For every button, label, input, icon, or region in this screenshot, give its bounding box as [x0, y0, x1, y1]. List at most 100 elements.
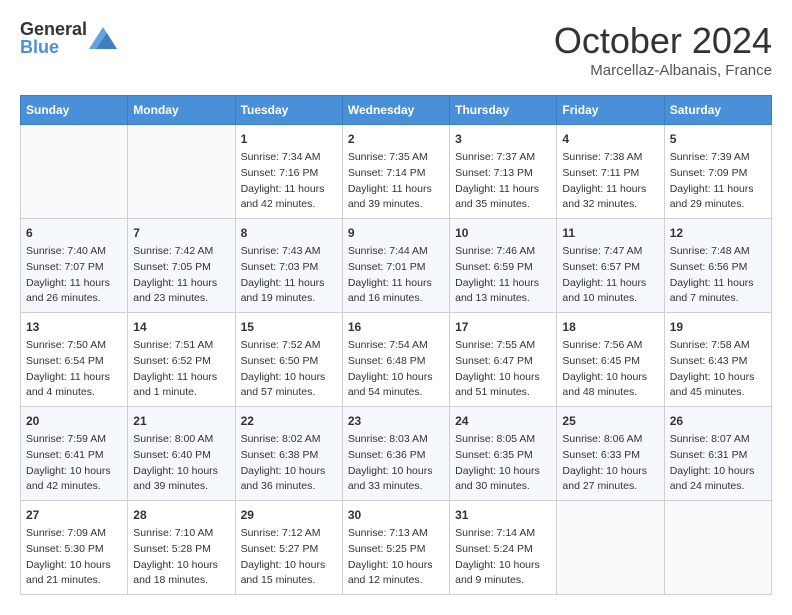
day-number: 10 — [455, 224, 551, 242]
day-number: 24 — [455, 412, 551, 430]
logo-icon — [89, 27, 117, 49]
cell-info: Sunrise: 7:55 AM Sunset: 6:47 PM Dayligh… — [455, 338, 551, 401]
calendar-cell: 31 Sunrise: 7:14 AM Sunset: 5:24 PM Dayli… — [450, 501, 557, 595]
logo-blue: Blue — [20, 38, 87, 56]
cell-info: Sunrise: 8:02 AM Sunset: 6:38 PM Dayligh… — [241, 432, 337, 495]
calendar-cell: 24 Sunrise: 8:05 AM Sunset: 6:35 PM Dayli… — [450, 407, 557, 501]
day-number: 9 — [348, 224, 444, 242]
calendar-cell: 25 Sunrise: 8:06 AM Sunset: 6:33 PM Dayli… — [557, 407, 664, 501]
day-number: 5 — [670, 130, 766, 148]
cell-info: Sunrise: 7:54 AM Sunset: 6:48 PM Dayligh… — [348, 338, 444, 401]
calendar-cell: 9 Sunrise: 7:44 AM Sunset: 7:01 PM Daylig… — [342, 219, 449, 313]
day-number: 28 — [133, 506, 229, 524]
day-number: 8 — [241, 224, 337, 242]
calendar-cell: 12Sunrise: 7:48 AM Sunset: 6:56 PM Dayli… — [664, 219, 771, 313]
cell-info: Sunrise: 8:05 AM Sunset: 6:35 PM Dayligh… — [455, 432, 551, 495]
day-header-saturday: Saturday — [664, 96, 771, 125]
cell-info: Sunrise: 7:40 AM Sunset: 7:07 PM Dayligh… — [26, 244, 122, 307]
calendar-cell: 10Sunrise: 7:46 AM Sunset: 6:59 PM Dayli… — [450, 219, 557, 313]
day-number: 21 — [133, 412, 229, 430]
cell-info: Sunrise: 8:06 AM Sunset: 6:33 PM Dayligh… — [562, 432, 658, 495]
cell-info: Sunrise: 7:52 AM Sunset: 6:50 PM Dayligh… — [241, 338, 337, 401]
calendar-cell: 21 Sunrise: 8:00 AM Sunset: 6:40 PM Dayli… — [128, 407, 235, 501]
cell-info: Sunrise: 7:56 AM Sunset: 6:45 PM Dayligh… — [562, 338, 658, 401]
calendar-cell: 15 Sunrise: 7:52 AM Sunset: 6:50 PM Dayli… — [235, 313, 342, 407]
day-number: 12 — [670, 224, 766, 242]
cell-info: Sunrise: 7:39 AM Sunset: 7:09 PM Dayligh… — [670, 150, 766, 213]
cell-info: Sunrise: 8:00 AM Sunset: 6:40 PM Dayligh… — [133, 432, 229, 495]
day-number: 31 — [455, 506, 551, 524]
page-header: General Blue October 2024 Marcellaz-Alba… — [20, 20, 772, 79]
cell-info: Sunrise: 7:44 AM Sunset: 7:01 PM Dayligh… — [348, 244, 444, 307]
day-number: 22 — [241, 412, 337, 430]
calendar-cell: 22 Sunrise: 8:02 AM Sunset: 6:38 PM Dayli… — [235, 407, 342, 501]
calendar-cell: 23 Sunrise: 8:03 AM Sunset: 6:36 PM Dayli… — [342, 407, 449, 501]
cell-info: Sunrise: 7:58 AM Sunset: 6:43 PM Dayligh… — [670, 338, 766, 401]
calendar-cell — [557, 501, 664, 595]
day-number: 16 — [348, 318, 444, 336]
day-number: 11 — [562, 224, 658, 242]
calendar-cell: 14 Sunrise: 7:51 AM Sunset: 6:52 PM Dayli… — [128, 313, 235, 407]
cell-info: Sunrise: 7:51 AM Sunset: 6:52 PM Dayligh… — [133, 338, 229, 401]
calendar-cell: 26 Sunrise: 8:07 AM Sunset: 6:31 PM Dayli… — [664, 407, 771, 501]
day-number: 25 — [562, 412, 658, 430]
cell-info: Sunrise: 7:42 AM Sunset: 7:05 PM Dayligh… — [133, 244, 229, 307]
calendar-cell: 20Sunrise: 7:59 AM Sunset: 6:41 PM Dayli… — [21, 407, 128, 501]
cell-info: Sunrise: 7:43 AM Sunset: 7:03 PM Dayligh… — [241, 244, 337, 307]
calendar-header-row: SundayMondayTuesdayWednesdayThursdayFrid… — [21, 96, 772, 125]
cell-info: Sunrise: 7:47 AM Sunset: 6:57 PM Dayligh… — [562, 244, 658, 307]
day-number: 26 — [670, 412, 766, 430]
calendar-cell — [664, 501, 771, 595]
calendar-cell: 18 Sunrise: 7:56 AM Sunset: 6:45 PM Dayli… — [557, 313, 664, 407]
day-number: 23 — [348, 412, 444, 430]
calendar-body: 1Sunrise: 7:34 AM Sunset: 7:16 PM Daylig… — [21, 125, 772, 595]
week-row-4: 20Sunrise: 7:59 AM Sunset: 6:41 PM Dayli… — [21, 407, 772, 501]
day-header-thursday: Thursday — [450, 96, 557, 125]
day-number: 18 — [562, 318, 658, 336]
calendar-cell: 17 Sunrise: 7:55 AM Sunset: 6:47 PM Dayli… — [450, 313, 557, 407]
week-row-5: 27Sunrise: 7:09 AM Sunset: 5:30 PM Dayli… — [21, 501, 772, 595]
subtitle: Marcellaz-Albanais, France — [554, 62, 772, 79]
calendar-cell: 28 Sunrise: 7:10 AM Sunset: 5:28 PM Dayli… — [128, 501, 235, 595]
calendar-cell: 3 Sunrise: 7:37 AM Sunset: 7:13 PM Daylig… — [450, 125, 557, 219]
day-number: 17 — [455, 318, 551, 336]
cell-info: Sunrise: 7:37 AM Sunset: 7:13 PM Dayligh… — [455, 150, 551, 213]
calendar-cell: 13 Sunrise: 7:50 AM Sunset: 6:54 PM Dayli… — [21, 313, 128, 407]
logo: General Blue — [20, 20, 117, 56]
calendar-cell: 4Sunrise: 7:38 AM Sunset: 7:11 PM Daylig… — [557, 125, 664, 219]
day-number: 2 — [348, 130, 444, 148]
cell-info: Sunrise: 7:09 AM Sunset: 5:30 PM Dayligh… — [26, 526, 122, 589]
cell-info: Sunrise: 7:14 AM Sunset: 5:24 PM Dayligh… — [455, 526, 551, 589]
cell-info: Sunrise: 7:10 AM Sunset: 5:28 PM Dayligh… — [133, 526, 229, 589]
cell-info: Sunrise: 7:13 AM Sunset: 5:25 PM Dayligh… — [348, 526, 444, 589]
day-header-wednesday: Wednesday — [342, 96, 449, 125]
calendar-cell: 6 Sunrise: 7:40 AM Sunset: 7:07 PM Daylig… — [21, 219, 128, 313]
day-number: 13 — [26, 318, 122, 336]
day-number: 29 — [241, 506, 337, 524]
day-number: 6 — [26, 224, 122, 242]
calendar-cell: 5 Sunrise: 7:39 AM Sunset: 7:09 PM Daylig… — [664, 125, 771, 219]
calendar-cell: 2 Sunrise: 7:35 AM Sunset: 7:14 PM Daylig… — [342, 125, 449, 219]
calendar-cell: 11 Sunrise: 7:47 AM Sunset: 6:57 PM Dayli… — [557, 219, 664, 313]
cell-info: Sunrise: 8:07 AM Sunset: 6:31 PM Dayligh… — [670, 432, 766, 495]
cell-info: Sunrise: 7:34 AM Sunset: 7:16 PM Dayligh… — [241, 150, 337, 213]
week-row-2: 6 Sunrise: 7:40 AM Sunset: 7:07 PM Daylig… — [21, 219, 772, 313]
calendar-cell: 1Sunrise: 7:34 AM Sunset: 7:16 PM Daylig… — [235, 125, 342, 219]
day-number: 3 — [455, 130, 551, 148]
calendar-cell: 27Sunrise: 7:09 AM Sunset: 5:30 PM Dayli… — [21, 501, 128, 595]
calendar-cell: 19 Sunrise: 7:58 AM Sunset: 6:43 PM Dayli… — [664, 313, 771, 407]
day-header-friday: Friday — [557, 96, 664, 125]
day-header-monday: Monday — [128, 96, 235, 125]
day-number: 15 — [241, 318, 337, 336]
calendar-cell — [128, 125, 235, 219]
month-title: October 2024 — [554, 20, 772, 62]
cell-info: Sunrise: 7:50 AM Sunset: 6:54 PM Dayligh… — [26, 338, 122, 401]
calendar-cell: 16 Sunrise: 7:54 AM Sunset: 6:48 PM Dayli… — [342, 313, 449, 407]
logo-general: General — [20, 20, 87, 38]
cell-info: Sunrise: 7:35 AM Sunset: 7:14 PM Dayligh… — [348, 150, 444, 213]
day-number: 19 — [670, 318, 766, 336]
cell-info: Sunrise: 8:03 AM Sunset: 6:36 PM Dayligh… — [348, 432, 444, 495]
day-number: 14 — [133, 318, 229, 336]
week-row-1: 1Sunrise: 7:34 AM Sunset: 7:16 PM Daylig… — [21, 125, 772, 219]
cell-info: Sunrise: 7:12 AM Sunset: 5:27 PM Dayligh… — [241, 526, 337, 589]
